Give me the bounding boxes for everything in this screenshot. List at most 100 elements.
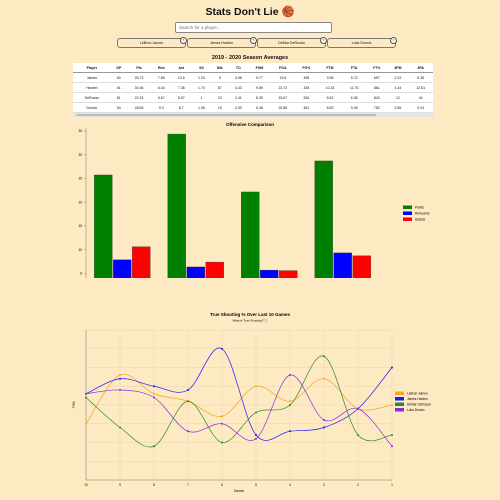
y-tick-label: 15	[78, 224, 82, 228]
data-point	[391, 404, 393, 406]
bar-assists	[205, 261, 224, 278]
table-cell: 60	[110, 72, 127, 83]
x-axis-label: Games	[234, 489, 245, 493]
close-circle-icon[interactable]: ×	[180, 37, 187, 44]
table-cell: 9.48	[248, 102, 271, 113]
data-point	[153, 385, 155, 388]
scrollbar-thumb[interactable]	[76, 114, 376, 116]
bar-points	[241, 191, 260, 278]
table-row: James 60 25.73 7.85 10.6 1.23 5 3.98 9.77 19.6 498…	[73, 72, 433, 83]
data-point	[119, 389, 121, 391]
legend-swatch	[395, 402, 404, 406]
table-cell: 1.23	[191, 72, 212, 83]
table-cell: 9.3	[151, 102, 172, 113]
player-chip-label: Luka Doncic	[351, 41, 372, 45]
table-cell: 8.7	[171, 102, 192, 113]
player-chip-harden[interactable]: James Harden ×	[187, 37, 257, 48]
bar-rebounds	[186, 266, 205, 278]
table-cell: 5.52	[317, 92, 343, 103]
table-cell: 2.41	[228, 92, 249, 103]
table-cell: 1.74	[191, 82, 212, 93]
legend-swatch	[395, 408, 404, 412]
table-cell: 5.57	[171, 92, 192, 103]
table-cell: 1.06	[191, 102, 212, 113]
legend-label: LeBron James	[407, 392, 428, 396]
series-line	[85, 347, 393, 441]
legend-label: Luka Doncic	[407, 408, 425, 412]
column-header: Pts	[126, 63, 152, 73]
column-header: FTA	[342, 63, 367, 73]
column-header: Player	[73, 63, 111, 73]
x-tick-label: 9	[119, 483, 121, 487]
table-cell: 54	[110, 102, 127, 113]
data-point	[85, 422, 87, 425]
data-point	[323, 426, 325, 429]
player-chip-label: DeMar DeRozan	[278, 41, 305, 45]
table-cell: James	[73, 72, 111, 83]
table-cell: 3.98	[317, 72, 343, 83]
data-point	[153, 392, 155, 395]
table-cell: 11.76	[342, 82, 367, 93]
true-shooting-chart: True Shooting % Over Last 10 GamesWhat i…	[72, 312, 431, 493]
data-point	[289, 374, 291, 376]
table-cell: 9.77	[248, 72, 271, 83]
y-tick-label: 25	[78, 177, 82, 181]
legend-label: James Harden	[407, 397, 428, 401]
data-point	[187, 389, 189, 391]
data-point	[85, 392, 87, 395]
bar-rebounds	[260, 269, 279, 278]
table-cell: 8.25	[248, 92, 271, 103]
legend-swatch	[403, 217, 412, 221]
column-header: Blk	[211, 63, 229, 73]
column-header: 3PA	[408, 63, 433, 73]
column-header: Reb	[151, 63, 172, 73]
bar-assists	[132, 246, 151, 278]
data-point	[255, 385, 257, 388]
data-point	[357, 407, 359, 410]
offensive-comparison-chart: Offensive Comparison05101520253035LeBron…	[78, 122, 430, 278]
table-cell: 435	[295, 82, 318, 93]
table-cell: 6.36	[342, 92, 367, 103]
table-cell: 6.35	[408, 72, 433, 83]
data-point	[221, 415, 223, 418]
data-point	[255, 434, 257, 436]
table-cell: 22.72	[270, 82, 296, 93]
close-circle-icon[interactable]: ×	[320, 37, 327, 44]
legend-swatch	[403, 211, 412, 215]
close-circle-icon[interactable]: ×	[390, 37, 397, 44]
player-chip-doncic[interactable]: Luka Doncic ×	[327, 37, 397, 48]
data-point	[391, 434, 393, 436]
data-point	[391, 366, 393, 369]
bar-points	[314, 160, 333, 278]
x-tick-label: 5	[255, 483, 257, 487]
legend-label: Points	[415, 206, 424, 210]
x-tick-label: 6	[221, 483, 223, 487]
app-title: Stats Don't Lie 🏀	[0, 5, 500, 18]
table-cell: 843	[366, 92, 388, 103]
table-cell: 22.15	[126, 92, 152, 103]
table-cell: 87	[211, 82, 229, 93]
player-search-input[interactable]	[175, 22, 332, 33]
table-cell: 7.36	[171, 82, 192, 93]
table-cell: 2.86	[387, 102, 409, 113]
player-chip-lebron[interactable]: LeBron James ×	[117, 37, 187, 48]
close-circle-icon[interactable]: ×	[250, 37, 257, 44]
table-cell: 461	[295, 102, 318, 113]
app-title-text: Stats Don't Lie	[205, 6, 279, 18]
table-cell: 28.69	[126, 102, 152, 113]
data-point	[187, 430, 189, 433]
column-header: Ast	[171, 63, 192, 73]
data-point	[153, 445, 155, 448]
table-cell: 4.33	[228, 102, 249, 113]
bar-assists	[352, 255, 371, 278]
data-point	[221, 347, 223, 350]
series-line	[85, 373, 393, 424]
x-tick-label: 3	[323, 483, 325, 487]
y-tick-label: 30	[78, 153, 82, 157]
x-tick-label: 1	[391, 483, 393, 487]
table-cell: 25.73	[126, 72, 152, 83]
table-cell: 34.36	[126, 82, 152, 93]
table-cell: 12	[387, 92, 409, 103]
player-chip-derozan[interactable]: DeMar DeRozan ×	[257, 37, 327, 48]
table-cell: 5.67	[151, 92, 172, 103]
